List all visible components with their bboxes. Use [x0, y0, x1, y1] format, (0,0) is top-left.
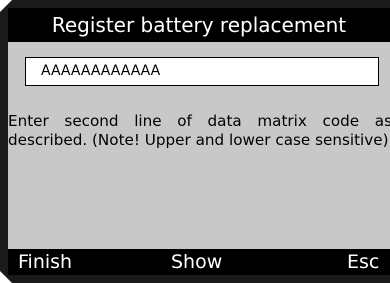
show-softkey[interactable]: Show — [171, 249, 222, 275]
data-matrix-code-input[interactable]: AAAAAAAAAAAA — [25, 57, 379, 86]
instruction-text: Enter second line of data matrix code as… — [8, 112, 390, 149]
screen-title: Register battery replacement — [8, 8, 390, 42]
esc-softkey[interactable]: Esc — [347, 249, 379, 275]
device-screen: Register battery replacement AAAAAAAAAAA… — [8, 8, 390, 275]
softkey-bar: Finish Show Esc — [8, 249, 390, 275]
scan-tool-device: Register battery replacement AAAAAAAAAAA… — [0, 0, 390, 283]
finish-softkey[interactable]: Finish — [18, 249, 72, 275]
